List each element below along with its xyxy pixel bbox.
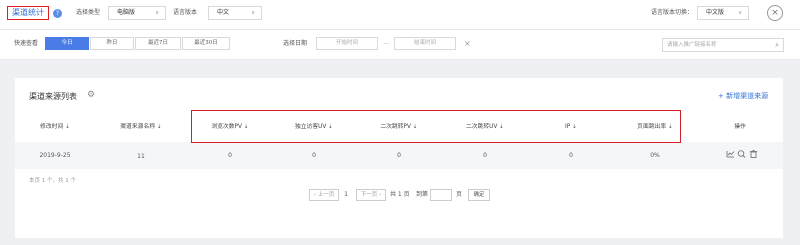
lang-switch-value: 中文版	[706, 9, 725, 16]
search-input[interactable]: 请输入推广链接名称 ⌕	[662, 38, 784, 52]
metrics-highlight-frame	[191, 110, 681, 143]
delete-icon[interactable]	[750, 150, 757, 158]
lang-select-value: 中文	[217, 9, 230, 16]
type-select[interactable]: 电脑版 ∨	[108, 6, 166, 20]
next-page-button[interactable]: 下一页 ›	[356, 189, 386, 201]
chevron-down-icon: ∨	[738, 10, 742, 16]
end-date-input[interactable]: 结束时间	[394, 37, 456, 50]
settings-icon[interactable]: ⚙	[87, 90, 95, 100]
cell-second-uv: 0	[483, 152, 487, 159]
chevron-down-icon: ∨	[155, 10, 159, 16]
help-icon[interactable]: ?	[53, 9, 62, 18]
row-action-icons	[726, 150, 757, 158]
date-label: 选择日期	[283, 40, 308, 47]
quick-today-button[interactable]: 今日	[45, 37, 89, 50]
col-actions: 操作	[734, 124, 746, 130]
quick-7days-button[interactable]: 最近7日	[135, 37, 181, 50]
lang-switch-label: 语言版本切换：	[651, 9, 694, 16]
chevron-down-icon: ∨	[251, 10, 255, 16]
total-pages: 共 1 页	[390, 191, 410, 198]
goto-page-input[interactable]	[430, 189, 452, 201]
row-actions	[726, 149, 760, 159]
page-summary: 本页 1 个，共 1 个	[29, 178, 76, 184]
lang-switch-select[interactable]: 中文版 ∨	[697, 6, 749, 20]
prev-page-button[interactable]: ‹ 上一页	[309, 189, 339, 201]
cell-pv: 0	[228, 152, 232, 159]
search-placeholder: 请输入推广链接名称	[667, 42, 717, 48]
cell-channel-name: 11	[137, 153, 145, 160]
col-channel-name[interactable]: 渠道来源名称 ⇣	[106, 123, 176, 131]
quick-yesterday-button[interactable]: 昨日	[90, 37, 134, 50]
close-icon[interactable]: ×	[767, 5, 783, 21]
cell-second-pv: 0	[397, 152, 401, 159]
search-icon[interactable]: ⌕	[775, 39, 779, 51]
start-date-input[interactable]: 开始时间	[316, 37, 378, 50]
chart-icon[interactable]	[726, 151, 735, 158]
page-title: 渠道统计	[7, 6, 49, 20]
lang-select[interactable]: 中文 ∨	[208, 6, 262, 20]
quick-view-label: 快速查看	[14, 40, 39, 47]
confirm-button[interactable]: 确定	[468, 189, 490, 201]
cell-modified-time: 2019-9-25	[39, 152, 71, 159]
goto-label: 到第	[416, 191, 429, 198]
cell-uv: 0	[312, 152, 316, 159]
search-icon[interactable]	[737, 150, 746, 158]
current-page[interactable]: 1	[341, 191, 351, 199]
clear-date-icon[interactable]: ×	[464, 39, 471, 49]
date-range-separator: —	[383, 40, 389, 47]
cell-ip: 0	[569, 152, 573, 159]
page-suffix: 页	[456, 191, 463, 198]
lang-label: 语言版本	[173, 9, 198, 16]
col-modified-time[interactable]: 修改时间 ⇣	[25, 123, 85, 131]
add-channel-button[interactable]: + 新增渠道来源	[718, 91, 768, 101]
type-select-value: 电脑版	[117, 9, 136, 16]
quick-30days-button[interactable]: 最近30日	[182, 37, 230, 50]
cell-bounce-rate: 0%	[650, 152, 660, 159]
type-label: 选择类型	[76, 9, 101, 16]
panel-title: 渠道来源列表	[29, 92, 77, 101]
